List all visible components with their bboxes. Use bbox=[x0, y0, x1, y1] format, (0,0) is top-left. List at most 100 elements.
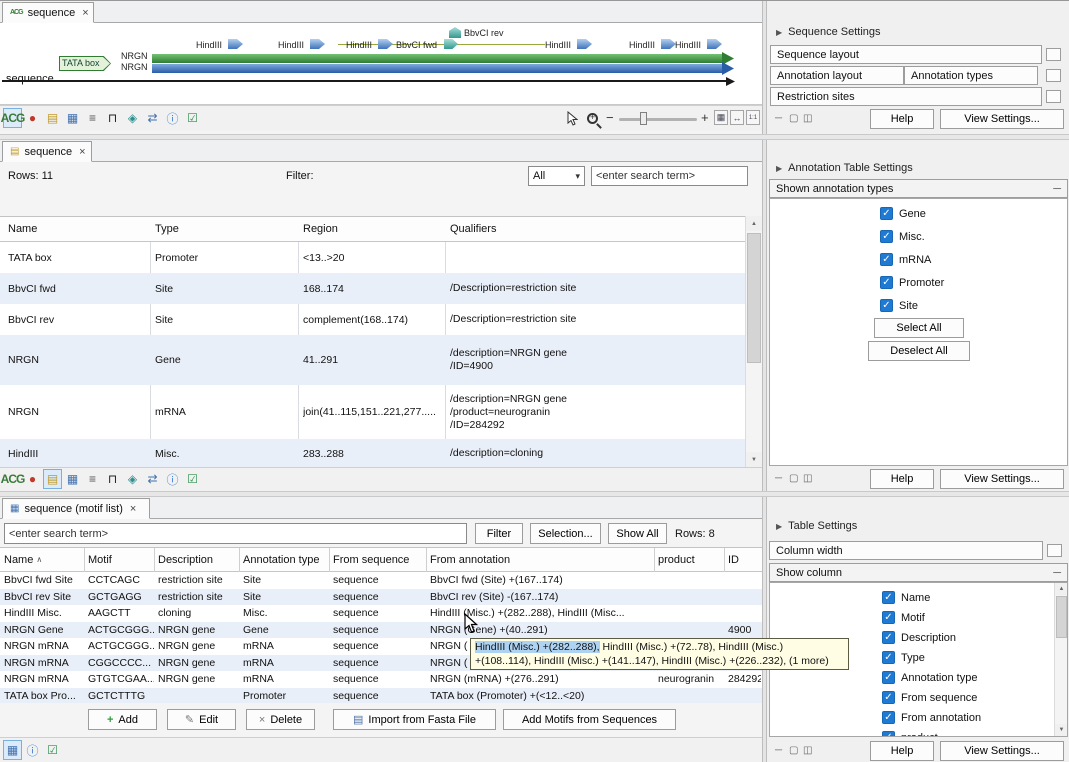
notes-icon[interactable]: ☑ bbox=[183, 469, 202, 489]
compare-views-icon[interactable]: ⇄ bbox=[143, 108, 162, 128]
checkbox-promoter[interactable]: ✓ Promoter bbox=[880, 276, 944, 289]
checkbox-name[interactable]: ✓Name bbox=[882, 591, 930, 604]
checkbox-mrna[interactable]: ✓ mRNA bbox=[880, 253, 931, 266]
palette-box-icon[interactable] bbox=[1046, 90, 1061, 103]
minimize-icon[interactable]: ─ bbox=[775, 473, 782, 484]
group-column-width[interactable]: Column width bbox=[769, 541, 1043, 560]
dot-plot-icon[interactable]: ◈ bbox=[123, 469, 142, 489]
scroll-up-icon[interactable]: ▲ bbox=[1055, 583, 1068, 595]
table-view-icon[interactable]: ▦ bbox=[3, 740, 22, 760]
minimize-icon[interactable]: ─ bbox=[775, 113, 782, 124]
column-header-product[interactable]: product bbox=[658, 548, 724, 571]
annotation-hindiii-4[interactable] bbox=[577, 39, 592, 49]
info-icon[interactable]: ⓘ bbox=[23, 740, 42, 760]
close-icon[interactable]: × bbox=[130, 503, 136, 515]
table-row[interactable]: BbvCI rev SiteGCTGAGGrestriction siteSit… bbox=[0, 589, 763, 606]
table-row[interactable]: HindIII Misc.AAGCTTcloningMisc.sequenceH… bbox=[0, 605, 763, 622]
panel-header[interactable]: ▶ Annotation Table Settings bbox=[767, 159, 1069, 177]
column-header-from-sequence[interactable]: From sequence bbox=[333, 548, 426, 571]
collapse-icon[interactable]: ─ bbox=[1053, 567, 1061, 579]
info-icon[interactable]: ⓘ bbox=[163, 469, 182, 489]
close-icon[interactable]: × bbox=[79, 146, 85, 158]
column-header-annotation-type[interactable]: Annotation type bbox=[243, 548, 329, 571]
annotation-hindiii-2[interactable] bbox=[310, 39, 325, 49]
palette-box-icon[interactable] bbox=[1046, 48, 1061, 61]
tab-sequence-motif-list[interactable]: ▦ sequence (motif list) × bbox=[2, 498, 150, 519]
table-row[interactable]: TATA box Pro...GCTCTTTGPromotersequenceT… bbox=[0, 688, 763, 704]
scrollbar-thumb[interactable] bbox=[747, 233, 761, 363]
annotation-hindiii-1[interactable] bbox=[228, 39, 243, 49]
checkbox-motif[interactable]: ✓Motif bbox=[882, 611, 925, 624]
view-settings-button[interactable]: View Settings... bbox=[940, 109, 1064, 129]
annotation-hindiii-5[interactable] bbox=[661, 39, 676, 49]
zoom-slider-thumb[interactable] bbox=[640, 112, 647, 125]
table-row[interactable]: BbvCI fwd SiteCCTCAGCrestriction siteSit… bbox=[0, 572, 763, 589]
tab-sequence[interactable]: ACG sequence × bbox=[2, 2, 94, 23]
zoom-out-icon[interactable]: − bbox=[606, 110, 614, 125]
column-header-motif[interactable]: Motif bbox=[88, 548, 154, 571]
fit-view-icon[interactable]: ▦ bbox=[714, 110, 728, 125]
zoom-slider-track[interactable] bbox=[619, 118, 697, 121]
motif-search-input[interactable] bbox=[4, 523, 467, 544]
checkbox-product[interactable]: ✓product bbox=[882, 731, 938, 737]
group-show-column[interactable]: Show column ─ bbox=[769, 563, 1068, 582]
column-header-name[interactable]: Name bbox=[8, 217, 146, 241]
close-icon[interactable]: × bbox=[82, 7, 88, 19]
panel-header[interactable]: ▶ Sequence Settings bbox=[767, 23, 1069, 41]
help-button[interactable]: Help bbox=[870, 741, 934, 761]
scroll-down-icon[interactable]: ▼ bbox=[1055, 724, 1068, 736]
text-view-icon[interactable]: ≡ bbox=[83, 469, 102, 489]
column-header-from-annotation[interactable]: From annotation bbox=[430, 548, 655, 571]
zoom-tool-icon[interactable]: + bbox=[583, 108, 602, 128]
table-scrollbar[interactable]: ▲ ▼ bbox=[745, 216, 762, 467]
checkbox-misc[interactable]: ✓ Misc. bbox=[880, 230, 925, 243]
palette-box-icon[interactable] bbox=[1047, 544, 1062, 557]
table-row[interactable]: BbvCI rev Site complement(168..174) /Des… bbox=[0, 304, 745, 335]
view-settings-button[interactable]: View Settings... bbox=[940, 741, 1064, 761]
scroll-down-icon[interactable]: ▼ bbox=[746, 452, 762, 467]
view-settings-button[interactable]: View Settings... bbox=[940, 469, 1064, 489]
zoom-100-icon[interactable]: 1:1 bbox=[746, 110, 760, 125]
zoom-in-icon[interactable]: + bbox=[701, 110, 709, 125]
column-header-id[interactable]: ID bbox=[728, 548, 761, 571]
annotation-nrgn-mrna[interactable] bbox=[152, 64, 722, 73]
sequence-view-icon[interactable]: ACG bbox=[3, 108, 22, 128]
column-header-type[interactable]: Type bbox=[155, 217, 295, 241]
column-header-qualifiers[interactable]: Qualifiers bbox=[450, 217, 742, 241]
show-all-button[interactable]: Show All bbox=[608, 523, 667, 544]
search-input[interactable] bbox=[591, 166, 748, 186]
delete-button[interactable]: ×Delete bbox=[246, 709, 315, 730]
checkbox-site[interactable]: ✓ Site bbox=[880, 299, 918, 312]
table-row[interactable]: HindIII Misc. 283..288 /description=clon… bbox=[0, 439, 745, 467]
tab-sequence-table[interactable]: ▤ sequence × bbox=[2, 141, 92, 162]
sequence-view-icon[interactable]: ACG bbox=[3, 469, 22, 489]
annotation-tata-box[interactable]: TATA box bbox=[59, 56, 111, 71]
table-row[interactable]: NRGN GeneACTGCGGG...NRGN geneGenesequenc… bbox=[0, 622, 763, 639]
table-row[interactable]: NRGN mRNA join(41..115,151..221,277.....… bbox=[0, 385, 745, 439]
help-button[interactable]: Help bbox=[870, 109, 934, 129]
checkbox-description[interactable]: ✓Description bbox=[882, 631, 956, 644]
group-shown-annotation-types[interactable]: Shown annotation types ─ bbox=[769, 179, 1068, 198]
panel-header[interactable]: ▶ Table Settings bbox=[767, 517, 1069, 535]
dock-icon[interactable]: ◫ bbox=[803, 473, 812, 484]
checkbox-type[interactable]: ✓Type bbox=[882, 651, 925, 664]
sequence-canvas[interactable]: sequence TATA box NRGN NRGN BbvCI rev Hi… bbox=[0, 23, 763, 105]
circular-view-icon[interactable]: ● bbox=[23, 469, 42, 489]
group-annotation-layout[interactable]: Annotation layout bbox=[770, 66, 904, 85]
selection-button[interactable]: Selection... bbox=[530, 523, 601, 544]
float-icon[interactable]: ▢ bbox=[789, 745, 798, 756]
fit-width-icon[interactable]: ↔ bbox=[730, 110, 744, 125]
annotation-hindiii-6[interactable] bbox=[707, 39, 722, 49]
selection-tool-icon[interactable] bbox=[563, 108, 582, 128]
annotation-table-icon[interactable]: ▤ bbox=[43, 108, 62, 128]
add-motifs-button[interactable]: Add Motifs from Sequences bbox=[503, 709, 676, 730]
graph-view-icon[interactable]: ⊓ bbox=[103, 469, 122, 489]
table-view-icon[interactable]: ▦ bbox=[63, 108, 82, 128]
table-row[interactable]: BbvCI fwd Site 168..174 /Description=res… bbox=[0, 273, 745, 304]
group-sequence-layout[interactable]: Sequence layout bbox=[770, 45, 1042, 64]
palette-box-icon[interactable] bbox=[1046, 69, 1061, 82]
collapse-icon[interactable]: ─ bbox=[1053, 183, 1061, 195]
text-view-icon[interactable]: ≡ bbox=[83, 108, 102, 128]
dot-plot-icon[interactable]: ◈ bbox=[123, 108, 142, 128]
notes-icon[interactable]: ☑ bbox=[43, 740, 62, 760]
